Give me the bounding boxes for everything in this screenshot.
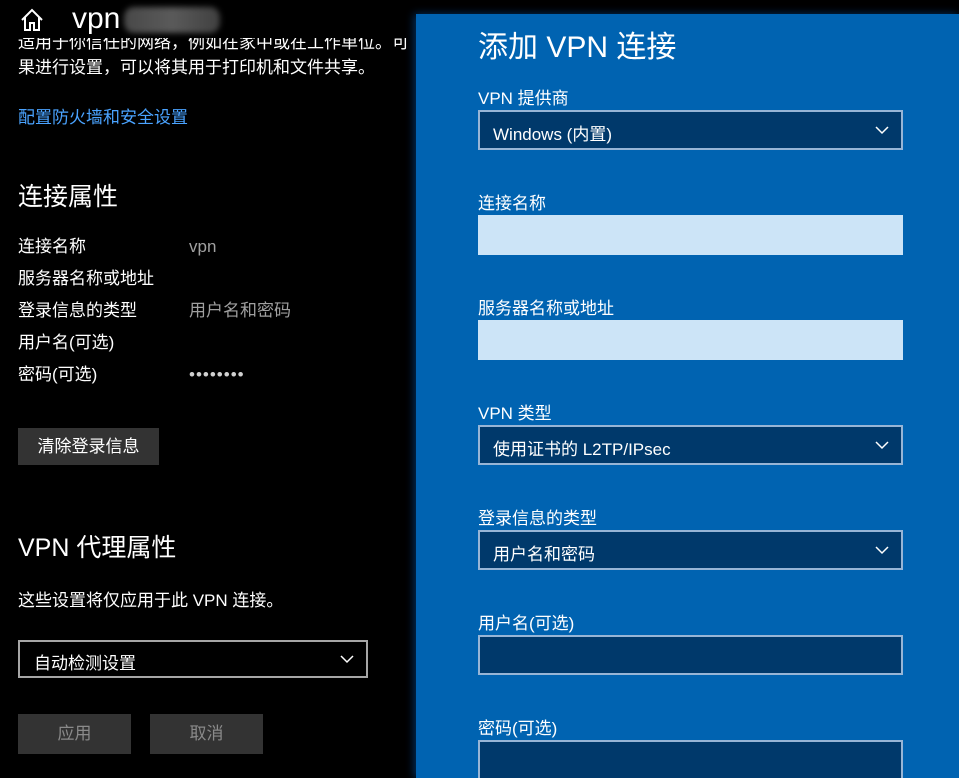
property-row: 密码(可选) •••••••• [18,362,408,394]
vpn-type-value: 使用证书的 L2TP/IPsec [493,440,671,459]
password-input[interactable] [478,740,903,778]
apply-button[interactable]: 应用 [18,714,131,754]
password-label: 密码(可选) [478,719,558,738]
description-line-1: 适用于你信任的网络，例如在家中或在工作单位。可 [18,38,409,52]
page-title: vpn [72,0,221,38]
vpn-proxy-heading: VPN 代理属性 [18,534,177,562]
property-row: 登录信息的类型 用户名和密码 [18,298,408,330]
connection-properties-list: 连接名称 vpn 服务器名称或地址 登录信息的类型 用户名和密码 用户名(可选)… [18,234,408,394]
property-row: 用户名(可选) [18,330,408,362]
server-address-label: 服务器名称或地址 [478,299,614,318]
signin-type-dropdown[interactable]: 用户名和密码 [478,530,903,570]
property-value: •••••••• [189,365,245,384]
vpn-provider-dropdown[interactable]: Windows (内置) [478,110,903,150]
property-value: 用户名和密码 [189,301,291,320]
cancel-button[interactable]: 取消 [150,714,263,754]
description-line-2: 果进行设置，可以将其用于打印机和文件共享。 [18,58,375,77]
page-title-text: vpn [72,2,121,35]
proxy-settings-select[interactable]: 自动检测设置 [18,640,368,678]
property-label: 用户名(可选) [18,333,115,352]
chevron-down-icon [340,655,354,664]
username-label: 用户名(可选) [478,614,575,633]
property-label: 登录信息的类型 [18,301,137,320]
signin-type-value: 用户名和密码 [493,545,595,564]
connection-name-label: 连接名称 [478,194,546,213]
connection-properties-heading: 连接属性 [18,183,119,211]
firewall-settings-link[interactable]: 配置防火墙和安全设置 [18,103,188,128]
home-icon[interactable] [18,6,46,34]
username-input[interactable] [478,635,903,675]
settings-page: vpn 适用于你信任的网络，例如在家中或在工作单位。可 果进行设置，可以将其用于… [0,0,416,778]
vpn-type-dropdown[interactable]: 使用证书的 L2TP/IPsec [478,425,903,465]
signin-type-label: 登录信息的类型 [478,509,597,528]
connection-name-input[interactable] [478,215,903,255]
redacted-text [124,7,221,34]
dialog-title: 添加 VPN 连接 [478,31,677,64]
property-row: 连接名称 vpn [18,234,408,266]
property-value: vpn [189,237,217,256]
vpn-provider-label: VPN 提供商 [478,89,569,108]
server-address-input[interactable] [478,320,903,360]
chevron-down-icon [875,441,889,450]
property-row: 服务器名称或地址 [18,266,408,298]
vpn-type-label: VPN 类型 [478,404,552,423]
chevron-down-icon [875,546,889,555]
chevron-down-icon [875,126,889,135]
property-label: 密码(可选) [18,365,98,384]
property-label: 连接名称 [18,237,86,256]
add-vpn-dialog: 添加 VPN 连接 VPN 提供商 Windows (内置) 连接名称 服务器名… [416,14,959,778]
network-description: 适用于你信任的网络，例如在家中或在工作单位。可 果进行设置，可以将其用于打印机和… [18,38,416,88]
clear-signin-info-button[interactable]: 清除登录信息 [18,428,159,465]
vpn-provider-value: Windows (内置) [493,125,613,144]
proxy-select-value: 自动检测设置 [34,654,136,673]
proxy-note: 这些设置将仅应用于此 VPN 连接。 [18,591,284,610]
property-label: 服务器名称或地址 [18,269,154,288]
title-bar: vpn [0,0,416,40]
